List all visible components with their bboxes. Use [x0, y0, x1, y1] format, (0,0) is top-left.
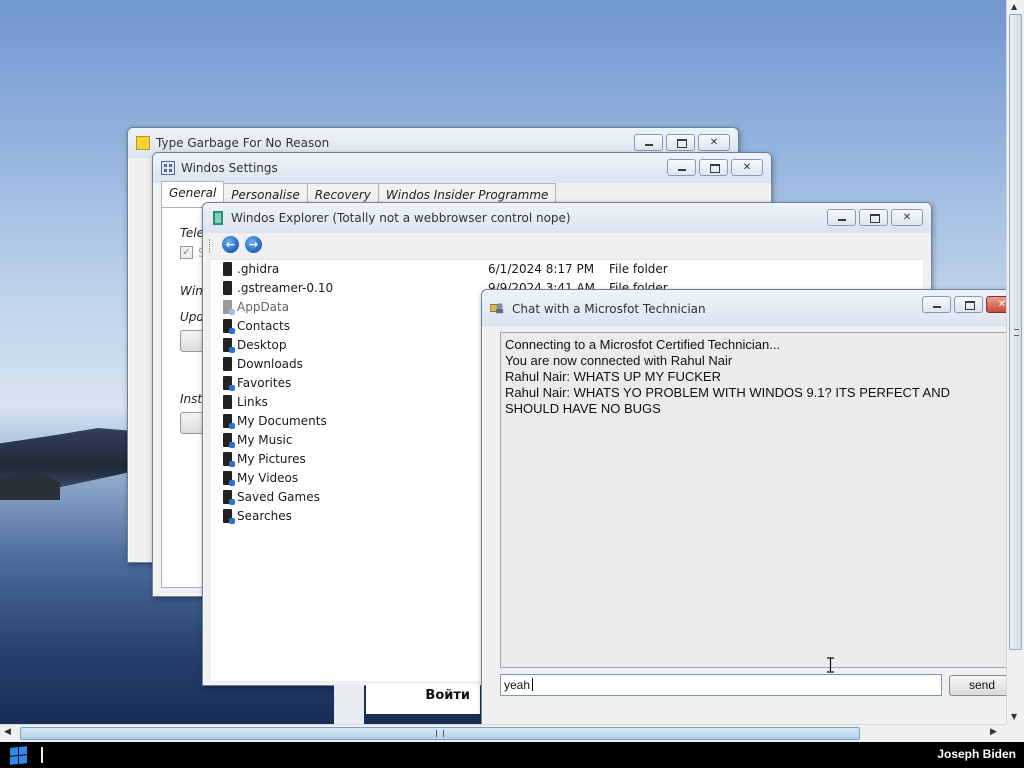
maximize-button[interactable]: [954, 296, 983, 313]
chat-message: Rahul Nair: WHATS YO PROBLEM WITH WINDOS…: [505, 385, 954, 416]
minimize-button[interactable]: [667, 159, 696, 176]
folder-icon: [223, 319, 235, 334]
file-date: 6/1/2024 8:17 PM: [488, 262, 595, 276]
ibeam-cursor-icon: [827, 657, 834, 673]
folder-icon: [223, 452, 235, 467]
file-name: AppData: [237, 300, 290, 314]
scrollbar-corner: [1006, 724, 1024, 742]
horizontal-scroll-thumb[interactable]: [20, 727, 860, 740]
file-name: .ghidra: [237, 262, 280, 276]
chat-message: You are now connected with Rahul Nair: [505, 353, 733, 368]
close-button[interactable]: ✕: [731, 159, 763, 176]
minimize-button[interactable]: [922, 296, 951, 313]
text-caret: [532, 678, 534, 691]
scroll-grip-icon: [1014, 329, 1019, 336]
file-name: Desktop: [237, 338, 287, 352]
login-panel-edge: [334, 684, 364, 726]
folder-icon: [223, 300, 235, 315]
notepad-icon: [136, 136, 150, 150]
login-button[interactable]: Войти: [366, 684, 480, 714]
file-name: .gstreamer-0.10: [237, 281, 334, 295]
maximize-button[interactable]: [699, 159, 728, 176]
chat-window[interactable]: Chat with a Microsfot Technician ✕ Conne…: [481, 289, 1024, 737]
chat-input-value: yeah: [504, 678, 531, 692]
chat-message: Connecting to a Microsfot Certified Tech…: [505, 337, 781, 352]
scroll-left-arrow-icon[interactable]: ◀: [4, 727, 11, 737]
file-name: Downloads: [237, 357, 303, 371]
folder-icon: [223, 262, 232, 276]
file-name: My Videos: [237, 471, 299, 485]
file-name: My Music: [237, 433, 293, 447]
folder-icon: [223, 357, 232, 371]
file-row[interactable]: .ghidra 6/1/2024 8:17 PM File folder: [211, 260, 923, 279]
telemetry-checkbox[interactable]: ✓: [180, 246, 193, 259]
scroll-grip-icon: [436, 730, 444, 737]
minimize-button[interactable]: [634, 134, 663, 151]
chat-window-title: Chat with a Microsfot Technician: [512, 302, 706, 316]
toolbar-grip: [209, 239, 211, 253]
explorer-icon: [213, 211, 223, 225]
folder-icon: [223, 433, 235, 448]
folder-icon: [223, 490, 235, 505]
folder-icon: [223, 281, 232, 295]
close-button[interactable]: ✕: [891, 209, 923, 226]
scroll-down-arrow-icon[interactable]: ▼: [1011, 712, 1017, 721]
chat-transcript: Connecting to a Microsfot Certified Tech…: [500, 332, 1012, 668]
updates-label: Upd: [180, 310, 205, 324]
scroll-up-arrow-icon[interactable]: ▲: [1011, 2, 1017, 11]
explorer-window-title: Windos Explorer (Totally not a webbrowse…: [231, 211, 571, 225]
desktop-background: Type Garbage For No Reason ✕ Windos Sett…: [0, 0, 1024, 742]
technician-icon: [490, 303, 504, 314]
file-name: Saved Games: [237, 490, 320, 504]
folder-icon: [223, 338, 235, 353]
file-name: Contacts: [237, 319, 290, 333]
windows-logo-icon[interactable]: [10, 746, 27, 765]
file-name: My Pictures: [237, 452, 306, 466]
chat-window-titlebar[interactable]: Chat with a Microsfot Technician ✕: [482, 290, 1024, 326]
telemetry-label: Tele: [180, 226, 204, 240]
windos-label: Win: [180, 284, 203, 298]
file-name: Searches: [237, 509, 292, 523]
maximize-button[interactable]: [666, 134, 695, 151]
minimize-button[interactable]: [827, 209, 856, 226]
back-arrow-icon[interactable]: ←: [222, 236, 239, 253]
folder-icon: [223, 395, 232, 409]
taskbar-separator: [41, 747, 43, 763]
vertical-scroll-thumb[interactable]: [1009, 14, 1022, 650]
folder-icon: [223, 376, 235, 391]
settings-window-titlebar[interactable]: Windos Settings ✕: [153, 153, 771, 183]
maximize-button[interactable]: [859, 209, 888, 226]
file-name: Links: [237, 395, 268, 409]
garbage-window-title: Type Garbage For No Reason: [156, 136, 330, 150]
chat-message: Rahul Nair: WHATS UP MY FUCKER: [505, 369, 721, 384]
close-button[interactable]: ✕: [698, 134, 730, 151]
settings-window-title: Windos Settings: [181, 161, 278, 175]
file-type: File folder: [609, 262, 668, 276]
explorer-window-titlebar[interactable]: Windos Explorer (Totally not a webbrowse…: [203, 203, 931, 233]
folder-icon: [223, 509, 235, 524]
scroll-right-arrow-icon[interactable]: ▶: [990, 727, 997, 737]
file-name: My Documents: [237, 414, 327, 428]
user-name[interactable]: Joseph Biden: [937, 747, 1016, 761]
folder-icon: [223, 471, 235, 486]
file-name: Favorites: [237, 376, 292, 390]
vertical-scrollbar[interactable]: ▲ ▼: [1006, 0, 1024, 742]
folder-icon: [223, 414, 235, 429]
forward-arrow-icon[interactable]: →: [245, 236, 262, 253]
horizontal-scrollbar[interactable]: ◀ ▶: [0, 724, 1006, 742]
taskbar: Joseph Biden: [0, 742, 1024, 768]
explorer-navbar: ← →: [203, 233, 931, 259]
chat-input-field[interactable]: yeah: [500, 674, 942, 696]
settings-icon: [161, 161, 175, 175]
